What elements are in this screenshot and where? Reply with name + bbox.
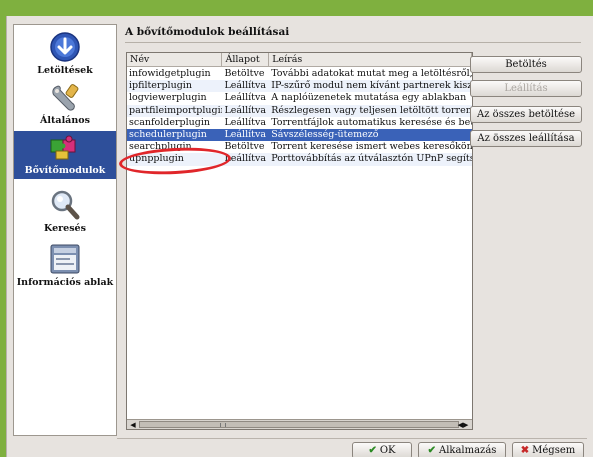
plugin-name-cell: searchplugin (129, 141, 192, 153)
unload-all-button[interactable]: Az összes leállítása (470, 130, 582, 147)
checkmark-icon: ✔ (427, 445, 436, 456)
table-row[interactable]: logviewerplugin Leállítva A naplóüzenetek … (127, 92, 472, 104)
plugin-status-cell: Leállítva (224, 92, 267, 104)
sidebar-item-info-window[interactable]: Információs ablak (14, 243, 116, 291)
load-button-label: Betöltés (505, 59, 547, 70)
plugin-description-cell: Porttovábbítás az útválasztón UPnP segít… (271, 153, 472, 165)
info-window-icon (48, 243, 82, 275)
close-icon: ✖ (520, 445, 530, 456)
plugin-description-cell: További adatokat mutat meg a letöltésről… (271, 68, 472, 79)
plugin-name-cell: ipfilterplugin (129, 80, 192, 92)
load-button[interactable]: Betöltés (470, 56, 582, 73)
column-header-status[interactable]: Állapot (222, 53, 270, 66)
plugin-description-cell: Torrentfájlok automatikus keresése és be… (271, 116, 472, 128)
table-row[interactable]: searchplugin Betöltve Torrent keresése ism… (127, 141, 472, 153)
plugin-status-cell: Betöltve (224, 141, 265, 153)
table-row[interactable]: infowidgetplugin Betöltve További adatokat… (127, 68, 472, 80)
magnifier-icon (48, 189, 82, 221)
table-row[interactable]: upnpplugin Leállítva Porttovábbítás az útv… (127, 153, 472, 166)
sidebar-item-label: Általános (40, 115, 90, 126)
settings-sidebar: Letöltések Általános Bővítőmodulok Keres… (13, 24, 117, 436)
plugin-list[interactable]: Név Állapot Leírás infowidgetplugin Betöl… (126, 52, 473, 430)
plugin-description-cell: A naplóüzenetek mutatása egy ablakban (271, 92, 467, 104)
ok-button-label: OK (379, 445, 396, 456)
footer-divider (117, 438, 587, 439)
sidebar-item-label: Bővítőmodulok (24, 165, 106, 176)
plugin-status-cell: Leállítva (224, 153, 267, 165)
wrench-icon (48, 81, 82, 113)
scroll-right-icon[interactable]: ◀▶ (456, 421, 470, 429)
plugin-name-cell: partfileimportplugin (129, 104, 223, 116)
plugin-name-cell: upnpplugin (129, 153, 184, 165)
scrollbar-thumb[interactable] (139, 421, 459, 428)
sidebar-item-label: Információs ablak (16, 277, 114, 288)
plugin-status-cell: Leállítva (224, 128, 267, 140)
plugin-rows: infowidgetplugin Betöltve További adatokat… (127, 68, 472, 166)
table-row[interactable]: partfileimportplugin Leállítva Részlegesen… (127, 104, 472, 117)
plugin-settings-window: Letöltések Általános Bővítőmodulok Keres… (6, 16, 593, 457)
ok-button[interactable]: ✔ OK (352, 442, 412, 457)
sidebar-item-search[interactable]: Keresés (14, 189, 116, 237)
unload-button[interactable]: Leállítás (470, 80, 582, 97)
cancel-button-label: Mégsem (532, 445, 576, 456)
plugin-description-cell: Sávszélesség-ütemező (271, 128, 379, 140)
plugin-status-cell: Leállítva (224, 80, 267, 92)
plugin-status-cell: Leállítva (224, 104, 267, 116)
table-row[interactable]: schedulerplugin Leállítva Sávszélesség-üte… (127, 128, 472, 142)
checkmark-icon: ✔ (368, 445, 377, 456)
puzzle-plugin-icon (48, 131, 82, 163)
page-title: A bővítőmodulok beállításai (125, 26, 290, 38)
grip-icon (220, 423, 226, 427)
scroll-left-icon[interactable]: ◀ (129, 421, 137, 429)
sidebar-item-general[interactable]: Általános (14, 81, 116, 129)
column-header-name[interactable]: Név (127, 53, 223, 66)
plugin-name-cell: scanfolderplugin (129, 116, 210, 128)
unload-all-button-label: Az összes leállítása (477, 133, 575, 144)
load-all-button[interactable]: Az összes betöltése (470, 106, 582, 123)
table-row[interactable]: ipfilterplugin Leállítva IP-szűrő modul ne… (127, 80, 472, 93)
column-header-description[interactable]: Leírás (269, 53, 472, 66)
plugin-name-cell: infowidgetplugin (129, 68, 211, 79)
plugin-status-cell: Leállítva (224, 116, 267, 128)
cancel-button[interactable]: ✖ Mégsem (512, 442, 584, 457)
unload-button-label: Leállítás (504, 83, 548, 94)
title-divider (125, 42, 581, 43)
plugin-list-header: Név Állapot Leírás (127, 53, 472, 67)
sidebar-item-label: Keresés (44, 223, 86, 234)
plugin-status-cell: Betöltve (224, 68, 265, 79)
load-all-button-label: Az összes betöltése (477, 109, 575, 120)
sidebar-item-plugins[interactable]: Bővítőmodulok (14, 131, 116, 179)
table-row[interactable]: scanfolderplugin Leállítva Torrentfájlok a… (127, 117, 472, 129)
plugin-name-cell: logviewerplugin (129, 92, 207, 104)
apply-button[interactable]: ✔ Alkalmazás (418, 442, 506, 457)
plugin-description-cell: Torrent keresése ismert webes keresőkön (271, 141, 472, 153)
plugin-description-cell: Részlegesen vagy teljesen letöltött torr… (271, 104, 472, 116)
sidebar-item-downloads[interactable]: Letöltések (14, 31, 116, 79)
plugin-description-cell: IP-szűrő modul nem kívánt partnerek kisz… (271, 80, 472, 92)
horizontal-scrollbar[interactable]: ◀ ◀▶ (127, 419, 472, 429)
download-arrow-icon (48, 31, 82, 63)
sidebar-item-label: Letöltések (37, 65, 93, 76)
apply-button-label: Alkalmazás (438, 445, 497, 456)
plugin-name-cell: schedulerplugin (129, 128, 207, 140)
